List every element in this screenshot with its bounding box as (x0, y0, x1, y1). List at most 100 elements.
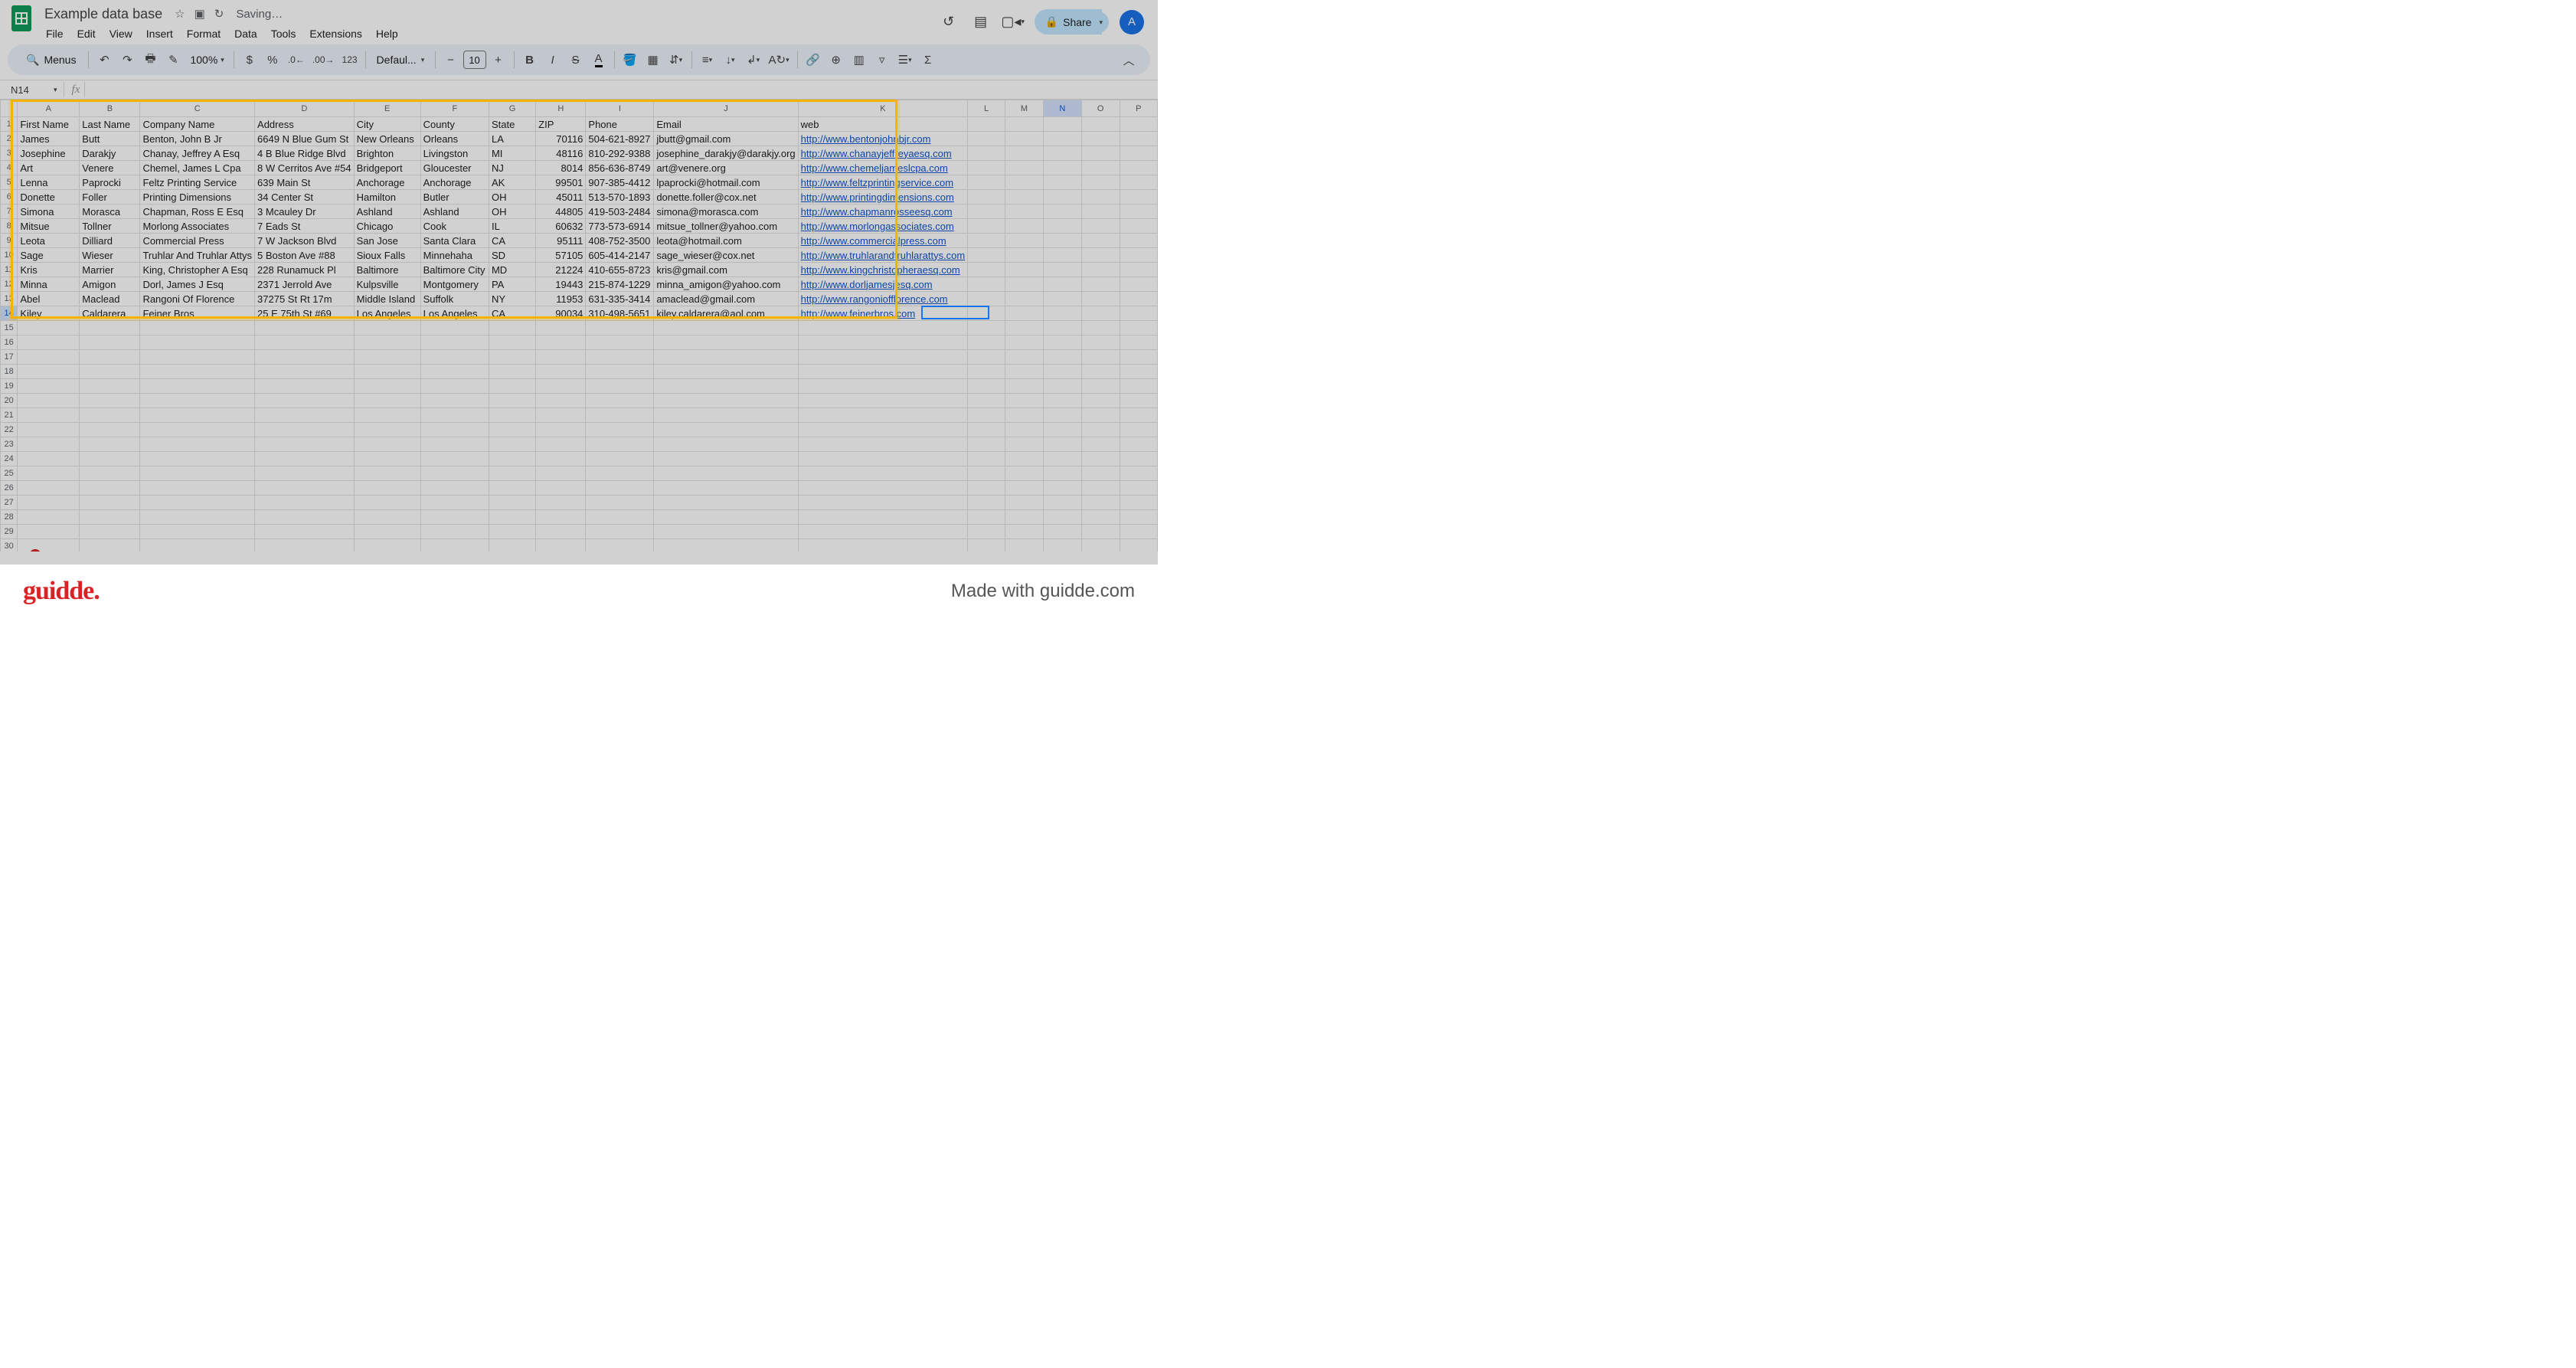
col-header[interactable]: A (18, 100, 80, 117)
cell[interactable] (1044, 394, 1082, 408)
cell[interactable]: http://www.rangoniofflorence.com (798, 292, 968, 306)
cell[interactable] (1044, 379, 1082, 394)
cell[interactable] (1081, 379, 1120, 394)
cell[interactable]: First Name (18, 117, 80, 132)
cell[interactable] (1044, 248, 1082, 263)
borders-icon[interactable]: ▦ (642, 49, 664, 70)
cell[interactable] (354, 423, 420, 437)
menu-data[interactable]: Data (228, 25, 263, 43)
menu-tools[interactable]: Tools (265, 25, 302, 43)
cell[interactable] (354, 466, 420, 481)
cell[interactable] (255, 525, 355, 539)
cell[interactable] (354, 365, 420, 379)
cell[interactable] (654, 408, 798, 423)
cell[interactable]: Cook (420, 219, 489, 234)
row-header[interactable]: 27 (1, 496, 18, 510)
cell[interactable]: Ashland (354, 205, 420, 219)
cell[interactable] (1044, 423, 1082, 437)
share-dropdown[interactable]: ▾ (1093, 11, 1109, 33)
cell[interactable]: kris@gmail.com (654, 263, 798, 277)
cell[interactable] (654, 394, 798, 408)
cell[interactable] (586, 408, 654, 423)
cell[interactable] (536, 481, 586, 496)
cell[interactable] (255, 321, 355, 335)
cell[interactable]: CA (489, 306, 535, 321)
cell[interactable]: Anchorage (420, 175, 489, 190)
cell[interactable] (586, 466, 654, 481)
cell[interactable] (968, 205, 1005, 219)
cell[interactable] (489, 394, 535, 408)
cell[interactable] (140, 452, 255, 466)
cell[interactable] (968, 365, 1005, 379)
web-link[interactable]: http://www.feinerbros.com (801, 308, 916, 319)
cell[interactable] (968, 423, 1005, 437)
col-header[interactable]: O (1081, 100, 1120, 117)
cell[interactable]: NY (489, 292, 535, 306)
col-header[interactable]: B (80, 100, 140, 117)
cell[interactable] (1120, 219, 1157, 234)
cell[interactable]: 631-335-3414 (586, 292, 654, 306)
col-header[interactable]: F (420, 100, 489, 117)
cell[interactable] (1044, 277, 1082, 292)
cell[interactable] (798, 510, 968, 525)
row-header[interactable]: 9 (1, 234, 18, 248)
cell[interactable]: Sioux Falls (354, 248, 420, 263)
cell[interactable] (1005, 408, 1043, 423)
col-header[interactable]: D (255, 100, 355, 117)
insert-comment-icon[interactable]: ⊕ (825, 49, 847, 70)
cell[interactable] (1044, 117, 1082, 132)
row-header[interactable]: 1 (1, 117, 18, 132)
cell[interactable] (140, 496, 255, 510)
row-header[interactable]: 14 (1, 306, 18, 321)
cell[interactable]: Baltimore (354, 263, 420, 277)
cell[interactable] (1005, 190, 1043, 205)
cell[interactable]: 7 W Jackson Blvd (255, 234, 355, 248)
cell[interactable]: 21224 (536, 263, 586, 277)
cell[interactable] (1120, 481, 1157, 496)
row-header[interactable]: 21 (1, 408, 18, 423)
row-header[interactable]: 5 (1, 175, 18, 190)
cell[interactable] (1081, 365, 1120, 379)
font-select[interactable]: Defaul...▾ (371, 54, 430, 66)
cell[interactable] (1005, 452, 1043, 466)
cell[interactable] (536, 335, 586, 350)
decrease-fontsize-icon[interactable]: − (440, 49, 462, 70)
row-header[interactable]: 24 (1, 452, 18, 466)
cell[interactable] (255, 437, 355, 452)
cell[interactable]: Simona (18, 205, 80, 219)
cell[interactable] (1044, 539, 1082, 552)
cell[interactable] (586, 365, 654, 379)
insert-chart-icon[interactable]: ▥ (848, 49, 870, 70)
cell[interactable]: http://www.truhlarandtruhlarattys.com (798, 248, 968, 263)
cell[interactable] (1120, 277, 1157, 292)
cell[interactable] (80, 321, 140, 335)
cell[interactable] (586, 335, 654, 350)
cell[interactable] (354, 408, 420, 423)
cell[interactable] (536, 423, 586, 437)
cell[interactable] (586, 321, 654, 335)
cell[interactable] (80, 335, 140, 350)
cell[interactable] (1005, 234, 1043, 248)
row-header[interactable]: 7 (1, 205, 18, 219)
cell[interactable] (80, 423, 140, 437)
cell[interactable] (968, 452, 1005, 466)
cell[interactable] (420, 510, 489, 525)
cell[interactable] (586, 496, 654, 510)
row-header[interactable]: 18 (1, 365, 18, 379)
cell[interactable] (80, 365, 140, 379)
cell[interactable] (968, 408, 1005, 423)
row-header[interactable]: 19 (1, 379, 18, 394)
row-header[interactable]: 22 (1, 423, 18, 437)
cell[interactable] (1005, 321, 1043, 335)
cell[interactable]: 310-498-5651 (586, 306, 654, 321)
cell[interactable]: AK (489, 175, 535, 190)
cell[interactable] (18, 466, 80, 481)
cell[interactable]: 4 B Blue Ridge Blvd (255, 146, 355, 161)
cell[interactable] (140, 350, 255, 365)
cell[interactable] (140, 466, 255, 481)
cell[interactable] (1120, 350, 1157, 365)
col-header[interactable]: J (654, 100, 798, 117)
cell[interactable] (354, 539, 420, 552)
cell[interactable] (1044, 496, 1082, 510)
cell[interactable] (1005, 525, 1043, 539)
